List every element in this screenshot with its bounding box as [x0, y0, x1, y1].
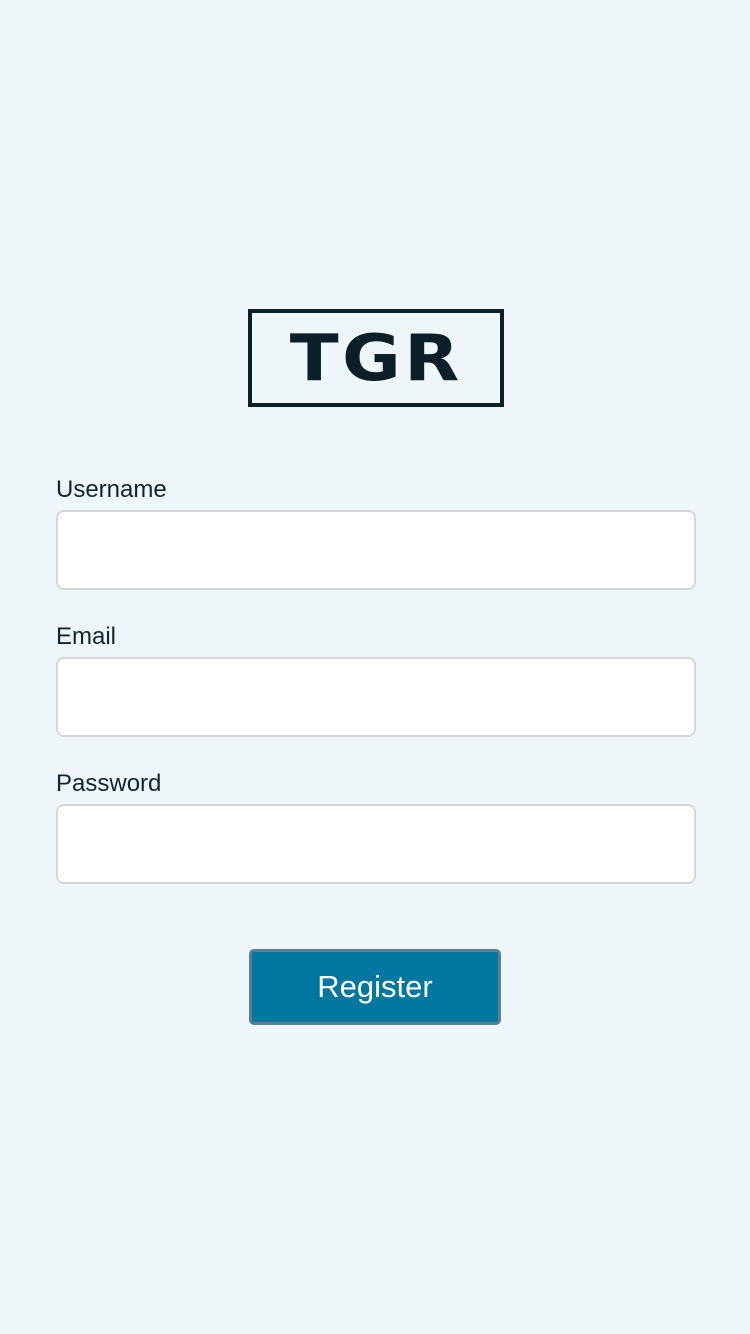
- password-label: Password: [56, 770, 162, 797]
- logo-text: TGR: [289, 322, 463, 396]
- password-input[interactable]: [56, 804, 696, 884]
- email-input[interactable]: [56, 657, 696, 737]
- register-button[interactable]: Register: [249, 949, 501, 1025]
- email-label: Email: [56, 623, 117, 650]
- tgr-logo: TGR: [248, 309, 504, 407]
- username-input[interactable]: [56, 510, 696, 590]
- username-label: Username: [56, 476, 167, 503]
